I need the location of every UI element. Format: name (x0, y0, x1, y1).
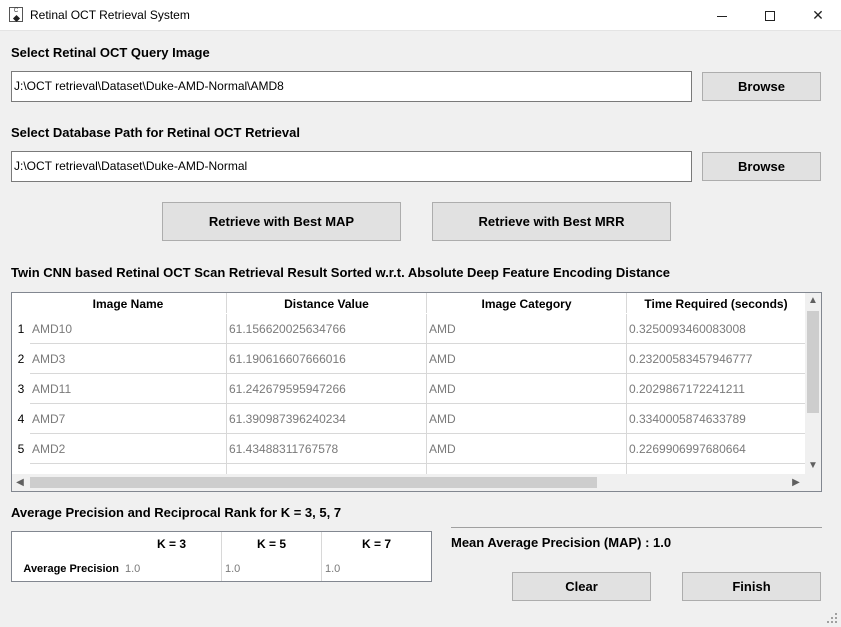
column-header-image-name[interactable]: Image Name (30, 293, 227, 313)
row-number: 4 (17, 412, 25, 426)
cell-image-name[interactable]: AMD10 (30, 314, 227, 344)
horizontal-scroll-thumb[interactable] (30, 477, 597, 488)
results-table[interactable]: Image Name Distance Value Image Category… (11, 292, 822, 492)
maximize-button[interactable] (747, 0, 793, 31)
precision-table[interactable]: K = 3 K = 5 K = 7 Average Precision 1.0 … (11, 531, 432, 582)
cell-time-required[interactable]: 0.23200583457946777 (627, 344, 805, 374)
database-browse-button[interactable]: Browse (702, 152, 821, 181)
table-row[interactable]: 4 AMD7 61.390987396240234 AMD 0.33400058… (12, 404, 805, 434)
column-header-k3[interactable]: K = 3 (122, 532, 222, 557)
query-image-path-field[interactable]: J:\OCT retrieval\Dataset\Duke-AMD-Normal… (11, 71, 692, 102)
cell-distance-value[interactable]: 61.242679595947266 (227, 374, 427, 404)
cell-image-category[interactable]: AMD (427, 314, 627, 344)
cell-time-required[interactable]: 0.3250093460083008 (627, 314, 805, 344)
resize-grip-icon[interactable] (826, 612, 838, 624)
retrieve-best-map-button[interactable]: Retrieve with Best MAP (162, 202, 401, 241)
minimize-icon (717, 15, 727, 17)
vertical-scroll-thumb[interactable] (807, 311, 819, 413)
cell-image-category[interactable]: AMD (427, 404, 627, 434)
cell-time-required[interactable]: 0.2269906997680664 (627, 434, 805, 464)
table-row[interactable]: 2 AMD3 61.190616607666016 AMD 0.23200583… (12, 344, 805, 374)
scroll-up-icon[interactable]: ▲ (805, 293, 821, 309)
cell-image-name[interactable]: AMD2 (30, 434, 227, 464)
cell-ap-k7[interactable]: 1.0 (322, 557, 431, 581)
divider (451, 527, 822, 528)
cell-time-required[interactable]: 0.2029867172241211 (627, 374, 805, 404)
query-image-label: Select Retinal OCT Query Image (11, 45, 210, 60)
row-number: 3 (17, 382, 25, 396)
cell-distance-value[interactable]: 61.190616607666016 (227, 344, 427, 374)
cell-image-name[interactable]: AMD7 (30, 404, 227, 434)
row-number: 2 (17, 352, 25, 366)
query-browse-button[interactable]: Browse (702, 72, 821, 101)
maximize-icon (765, 11, 775, 22)
row-number: 5 (17, 442, 25, 456)
results-table-header: Image Name Distance Value Image Category… (12, 293, 805, 313)
row-number: 1 (17, 322, 25, 336)
window-title: Retinal OCT Retrieval System (30, 8, 190, 22)
column-header-k5[interactable]: K = 5 (222, 532, 322, 557)
vertical-scrollbar[interactable]: ▲ ▼ (805, 293, 821, 474)
cell-ap-k5[interactable]: 1.0 (222, 557, 322, 581)
table-row[interactable]: 3 AMD11 61.242679595947266 AMD 0.2029867… (12, 374, 805, 404)
database-path-label: Select Database Path for Retinal OCT Ret… (11, 125, 300, 140)
scroll-down-icon[interactable]: ▼ (805, 458, 821, 474)
cell-image-category[interactable]: AMD (427, 374, 627, 404)
minimize-button[interactable] (699, 0, 745, 31)
results-heading: Twin CNN based Retinal OCT Scan Retrieva… (11, 265, 671, 280)
database-path-field[interactable]: J:\OCT retrieval\Dataset\Duke-AMD-Normal (11, 151, 692, 182)
cell-image-name[interactable]: AMD3 (30, 344, 227, 374)
row-header-average-precision: Average Precision (23, 563, 119, 575)
cell-ap-k3[interactable]: 1.0 (122, 557, 222, 581)
app-icon: C (9, 7, 23, 23)
cell-distance-value[interactable]: 61.43488311767578 (227, 434, 427, 464)
column-header-time-required[interactable]: Time Required (seconds) (627, 293, 805, 313)
table-row[interactable]: 5 AMD2 61.43488311767578 AMD 0.226990699… (12, 434, 805, 464)
title-bar: C Retinal OCT Retrieval System ✕ (0, 0, 841, 31)
column-header-distance-value[interactable]: Distance Value (227, 293, 427, 313)
horizontal-scrollbar[interactable]: ◀ ▶ (12, 474, 821, 491)
cell-image-category[interactable]: AMD (427, 434, 627, 464)
close-icon: ✕ (812, 7, 824, 23)
cell-image-category[interactable]: AMD (427, 344, 627, 374)
map-result-label: Mean Average Precision (MAP) : 1.0 (451, 535, 672, 550)
finish-button[interactable]: Finish (682, 572, 821, 601)
retrieve-best-mrr-button[interactable]: Retrieve with Best MRR (432, 202, 671, 241)
table-row[interactable]: 1 AMD10 61.156620025634766 AMD 0.3250093… (12, 314, 805, 344)
column-header-k7[interactable]: K = 7 (322, 532, 431, 557)
cell-distance-value[interactable]: 61.156620025634766 (227, 314, 427, 344)
cell-distance-value[interactable]: 61.390987396240234 (227, 404, 427, 434)
clear-button[interactable]: Clear (512, 572, 651, 601)
scroll-left-icon[interactable]: ◀ (12, 474, 28, 491)
column-header-image-category[interactable]: Image Category (427, 293, 627, 313)
precision-heading: Average Precision and Reciprocal Rank fo… (11, 505, 342, 520)
cell-time-required[interactable]: 0.3340005874633789 (627, 404, 805, 434)
close-button[interactable]: ✕ (795, 0, 841, 31)
scroll-right-icon[interactable]: ▶ (788, 474, 804, 491)
cell-image-name[interactable]: AMD11 (30, 374, 227, 404)
